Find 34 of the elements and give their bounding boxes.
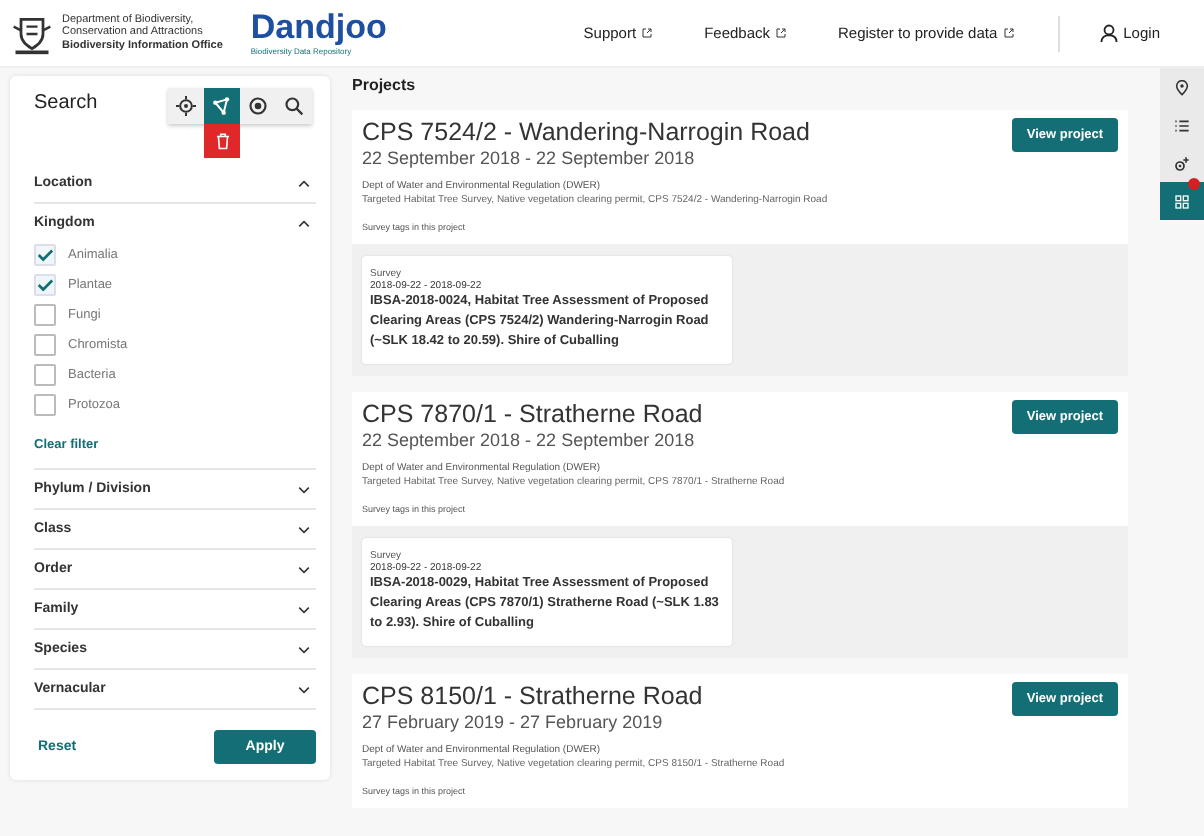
delete-button[interactable] xyxy=(204,124,240,158)
map-pin-icon xyxy=(1174,79,1190,95)
section-title: Projects xyxy=(352,76,418,94)
checkbox[interactable] xyxy=(34,274,56,296)
brand-name[interactable]: Dandjoo xyxy=(250,10,387,44)
project-dates: 22 September 2018 - 22 September 2018 xyxy=(362,430,697,450)
polygon-icon xyxy=(212,96,232,116)
target-icon xyxy=(248,96,268,116)
project-title: CPS 7524/2 - Wandering-Narrogin Road xyxy=(362,118,812,146)
grid-icon xyxy=(1174,193,1190,209)
rail-button[interactable] xyxy=(1160,182,1204,220)
list-icon xyxy=(1174,117,1190,133)
checkbox[interactable] xyxy=(34,244,56,266)
external-link-icon xyxy=(1003,28,1014,38)
map-tool-button[interactable] xyxy=(168,88,204,124)
trash-icon xyxy=(213,132,231,150)
external-link-icon xyxy=(776,28,786,38)
project-dates: 22 September 2018 - 22 September 2018 xyxy=(362,148,697,168)
crosshair-icon xyxy=(176,96,196,116)
project-dates: 27 February 2019 - 27 February 2019 xyxy=(362,712,665,732)
external-link-icon xyxy=(642,28,653,38)
checkbox[interactable] xyxy=(34,364,56,386)
project-title: CPS 7870/1 - Stratherne Road xyxy=(362,400,705,428)
map-tool-button[interactable] xyxy=(204,88,240,124)
checkbox[interactable] xyxy=(34,334,56,356)
search-icon xyxy=(284,96,304,116)
user-icon xyxy=(1099,24,1118,42)
map-tool-button[interactable] xyxy=(240,88,276,124)
checkbox[interactable] xyxy=(34,394,56,416)
tools-icon xyxy=(1174,155,1190,171)
project-title: CPS 8150/1 - Stratherne Road xyxy=(362,682,705,710)
search-button[interactable] xyxy=(276,88,312,124)
panel-title: Search xyxy=(34,92,98,118)
checkbox[interactable] xyxy=(34,304,56,326)
